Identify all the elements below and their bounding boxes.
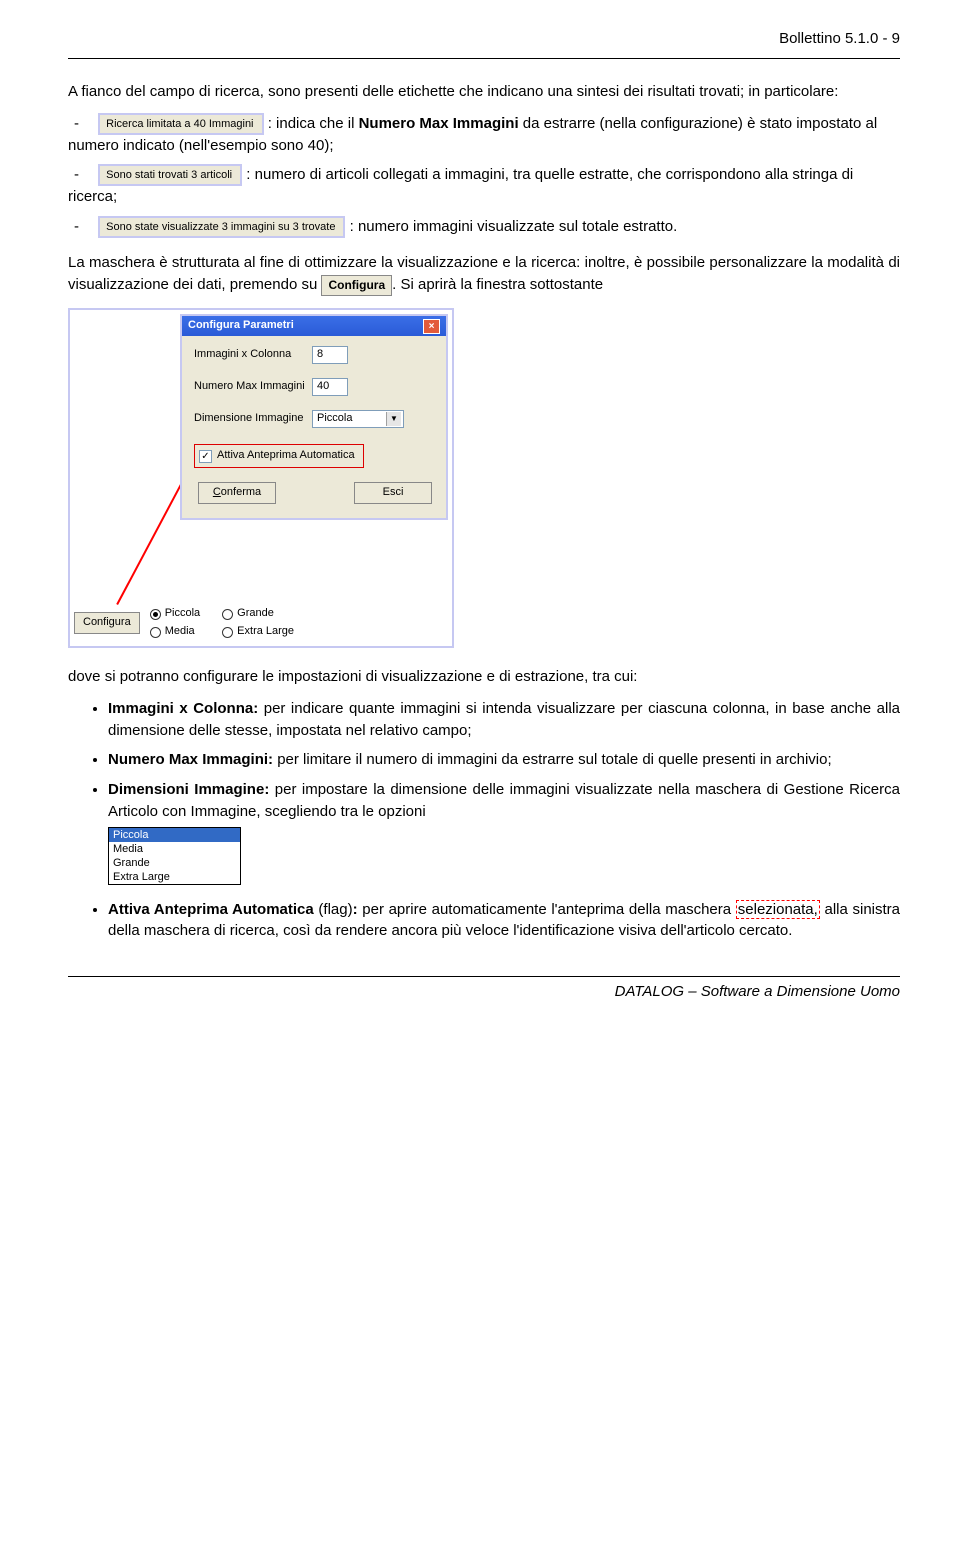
chip-immagini-visualizzate: Sono state visualizzate 3 immagini su 3 … — [98, 216, 345, 238]
li-numero-max: Numero Max Immagini: per limitare il num… — [108, 749, 900, 771]
close-icon[interactable]: × — [423, 319, 440, 334]
label-numero-max: Numero Max Immagini — [194, 379, 312, 395]
li4-flag: (flag) — [314, 901, 353, 918]
configura-button[interactable]: Configura — [74, 612, 140, 634]
checkbox-anteprima-highlight: ✓ Attiva Anteprima Automatica — [194, 444, 364, 468]
radio-media[interactable]: Media — [150, 624, 200, 640]
option-extra-large[interactable]: Extra Large — [109, 870, 240, 884]
radio-icon — [222, 609, 233, 620]
bullet-3: - Sono state visualizzate 3 immagini su … — [68, 216, 900, 238]
intro-paragraph: A fianco del campo di ricerca, sono pres… — [68, 81, 900, 103]
config-options-list: Immagini x Colonna: per indicare quante … — [68, 698, 900, 942]
p3: dove si potranno configurare le impostaz… — [68, 666, 900, 688]
input-numero-max[interactable]: 40 — [312, 378, 348, 396]
li3-bold: Dimensioni Immagine: — [108, 781, 269, 798]
dropdown-value: Piccola — [317, 411, 352, 427]
row-immagini-colonna: Immagini x Colonna 8 — [194, 346, 436, 364]
configura-paragraph: La maschera è strutturata al fine di ott… — [68, 252, 900, 296]
dimension-options-list: Piccola Media Grande Extra Large — [108, 827, 241, 885]
checkbox-label: Attiva Anteprima Automatica — [217, 448, 355, 464]
dash: - — [68, 113, 94, 135]
page-footer: DATALOG – Software a Dimensione Uomo — [68, 976, 900, 1003]
bottom-toolbar: Configura Piccola Grande Media Extra Lar… — [74, 606, 448, 640]
radio-icon — [150, 609, 161, 620]
radio-extra-large[interactable]: Extra Large — [222, 624, 294, 640]
footer-text: DATALOG – Software a Dimensione Uomo — [68, 981, 900, 1003]
label-immagini-colonna: Immagini x Colonna — [194, 347, 312, 363]
esci-button[interactable]: Esci — [354, 482, 432, 504]
dialog-screenshot-area: Configura Parametri × Immagini x Colonna… — [68, 308, 454, 648]
li-immagini-colonna: Immagini x Colonna: per indicare quante … — [108, 698, 900, 742]
row-numero-max: Numero Max Immagini 40 — [194, 378, 436, 396]
dash: - — [68, 164, 94, 186]
bullet-2: - Sono stati trovati 3 articoli : numero… — [68, 164, 900, 208]
radio-icon — [150, 627, 161, 638]
bullet-3-text: : numero immagini visualizzate sul total… — [350, 218, 678, 235]
dropdown-dimensione[interactable]: Piccola ▼ — [312, 410, 404, 428]
chip-ricerca-limitata: Ricerca limitata a 40 Immagini — [98, 113, 263, 135]
configura-parametri-dialog: Configura Parametri × Immagini x Colonna… — [180, 314, 448, 520]
checkbox-anteprima[interactable]: ✓ — [199, 450, 212, 463]
header-rule — [68, 58, 900, 59]
page-header-right: Bollettino 5.1.0 - 9 — [68, 28, 900, 50]
radio-icon — [222, 627, 233, 638]
li1-bold: Immagini x Colonna: — [108, 700, 258, 717]
li4-a: per aprire automaticamente l'anteprima d… — [358, 901, 736, 918]
radio-piccola[interactable]: Piccola — [150, 606, 200, 622]
label-dimensione: Dimensione Immagine — [194, 411, 312, 427]
option-piccola[interactable]: Piccola — [109, 828, 240, 842]
configura-inline-button[interactable]: Configura — [321, 275, 392, 296]
li-dimensioni: Dimensioni Immagine: per impostare la di… — [108, 779, 900, 891]
footer-rule — [68, 976, 900, 977]
bullet-1: - Ricerca limitata a 40 Immagini : indic… — [68, 113, 900, 157]
chevron-down-icon[interactable]: ▼ — [386, 412, 401, 426]
dialog-button-row: Conferma Esci — [194, 482, 436, 510]
bullet-1-text-a: : indica che il — [268, 115, 359, 132]
row-dimensione: Dimensione Immagine Piccola ▼ — [194, 410, 436, 428]
conferma-button[interactable]: Conferma — [198, 482, 276, 504]
li-anteprima: Attiva Anteprima Automatica (flag): per … — [108, 899, 900, 943]
li4-bold: Attiva Anteprima Automatica — [108, 901, 314, 918]
option-grande[interactable]: Grande — [109, 856, 240, 870]
bullet-1-bold: Numero Max Immagini — [359, 115, 519, 132]
chip-trovati-articoli: Sono stati trovati 3 articoli — [98, 164, 242, 186]
dialog-titlebar[interactable]: Configura Parametri × — [182, 316, 446, 336]
radio-grande[interactable]: Grande — [222, 606, 294, 622]
option-media[interactable]: Media — [109, 842, 240, 856]
p2-b: . Si aprirà la finestra sottostante — [392, 276, 603, 293]
li2-bold: Numero Max Immagini: — [108, 751, 273, 768]
dash: - — [68, 216, 94, 238]
input-immagini-colonna[interactable]: 8 — [312, 346, 348, 364]
size-radios: Piccola Grande Media Extra Large — [150, 606, 294, 640]
li2-text: per limitare il numero di immagini da es… — [273, 751, 832, 768]
selezionata-highlight: selezionata, — [736, 900, 820, 919]
dialog-title: Configura Parametri — [188, 318, 294, 334]
dialog-body: Immagini x Colonna 8 Numero Max Immagini… — [182, 336, 446, 518]
